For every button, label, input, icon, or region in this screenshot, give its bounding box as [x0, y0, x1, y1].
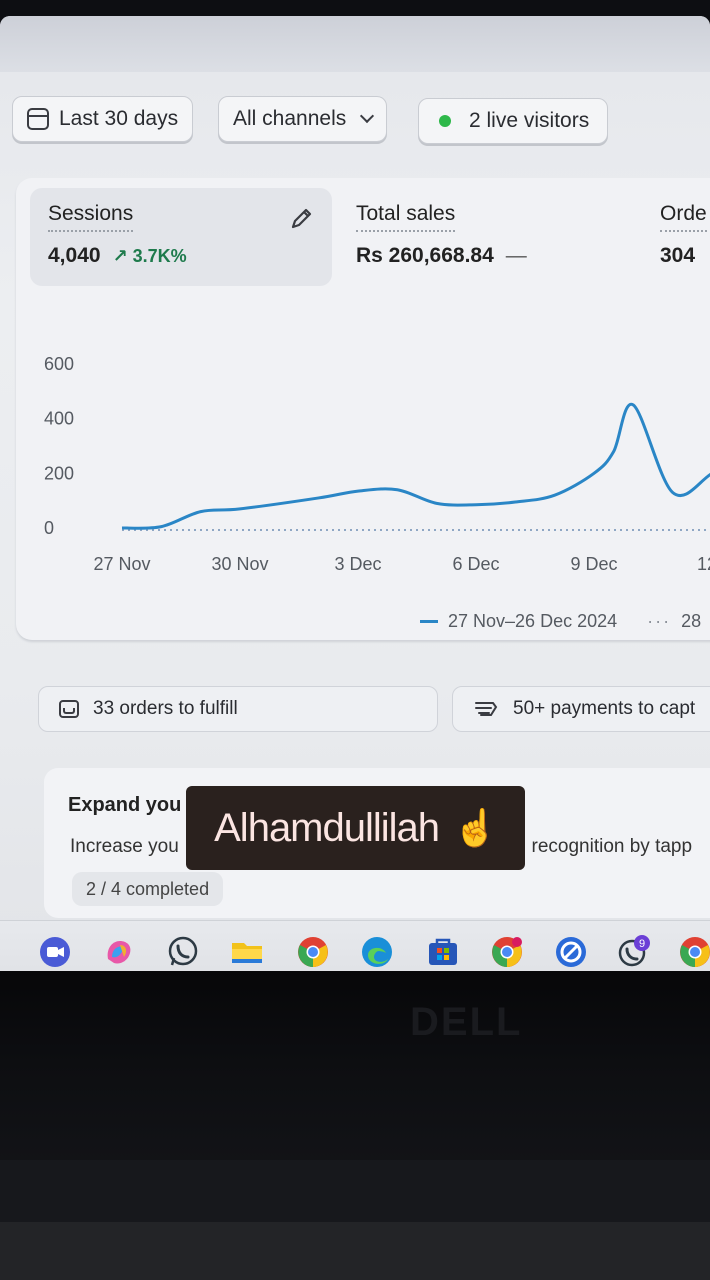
chrome-profile-icon[interactable] — [490, 935, 524, 969]
live-indicator-icon — [439, 115, 451, 127]
live-visitors-label: 2 live visitors — [469, 109, 590, 132]
calendar-icon — [27, 108, 49, 130]
y-axis-tick-label: 400 — [44, 409, 74, 429]
y-axis-tick-label: 0 — [44, 518, 54, 538]
browser-top-strip — [0, 16, 710, 72]
whatsapp-notify-icon[interactable]: 9 — [616, 935, 650, 969]
x-axis-tick-label: 3 Dec — [334, 554, 381, 574]
whatsapp-badge-count: 9 — [639, 938, 645, 950]
payment-icon — [475, 702, 498, 716]
whatsapp-icon[interactable] — [166, 935, 200, 969]
windows-taskbar: 9 — [0, 920, 710, 971]
payments-to-capture-label: 50+ payments to capt — [513, 698, 696, 719]
channels-label: All channels — [233, 107, 347, 130]
copilot-icon[interactable] — [102, 935, 136, 969]
edge-dev-icon[interactable] — [554, 935, 588, 969]
orders-to-fulfill-button[interactable]: 33 orders to fulfill — [38, 686, 438, 732]
setup-progress-badge: 2 / 4 completed — [72, 872, 224, 906]
y-axis-tick-label: 600 — [44, 354, 74, 374]
analytics-card: Sessions 4,040 ↗ 3.7K% Total sales Rs 26… — [16, 178, 710, 640]
legend-comparison-swatch: ··· — [647, 611, 672, 631]
x-axis-tick-label: 27 Nov — [93, 554, 150, 574]
channels-dropdown[interactable]: All channels — [218, 96, 388, 142]
sessions-series-line — [121, 402, 710, 530]
chrome-icon[interactable] — [296, 935, 330, 969]
dell-logo: DELL — [410, 1000, 523, 1044]
file-explorer-icon[interactable] — [230, 935, 264, 969]
inbox-tray-icon — [59, 700, 79, 718]
x-axis-tick-label: 9 Dec — [570, 554, 617, 574]
x-axis-tick-label: 30 Nov — [211, 554, 268, 574]
meet-camera-icon[interactable] — [38, 935, 72, 969]
laptop-bezel-lower — [0, 1160, 710, 1222]
legend-comparison-label: 28 — [681, 611, 702, 631]
payments-to-capture-button[interactable]: 50+ payments to capt — [452, 686, 710, 732]
chevron-down-icon — [360, 108, 375, 124]
pointing-up-emoji-icon: ☝️ — [453, 807, 498, 848]
story-bottom-bar — [0, 1222, 710, 1280]
orders-to-fulfill-label: 33 orders to fulfill — [93, 698, 238, 719]
setup-description: Increase you — [70, 836, 179, 857]
date-range-button[interactable]: Last 30 days — [12, 96, 194, 142]
date-range-label: Last 30 days — [59, 107, 179, 130]
legend-series-label: 27 Nov–26 Dec 2024 — [448, 611, 618, 631]
microsoft-store-icon[interactable] — [426, 935, 460, 969]
y-axis-tick-label: 200 — [44, 463, 74, 483]
sticker-text: Alhamdullilah — [214, 805, 440, 850]
sessions-line-chart: 600 400 200 0 27 Nov 30 Nov 3 Dec 6 Dec 9 Dec 12 … — [44, 354, 710, 574]
x-axis-tick-label: 12 I — [697, 554, 710, 574]
setup-title: Expand you — [68, 794, 182, 816]
legend-series-swatch — [420, 620, 438, 623]
live-visitors-button[interactable]: 2 live visitors — [418, 98, 609, 144]
edge-icon[interactable] — [360, 935, 394, 969]
x-axis-tick-label: 6 Dec — [452, 554, 499, 574]
setup-description-tail: l recognition by tapp — [522, 836, 693, 857]
chrome-extra-icon[interactable] — [678, 935, 710, 969]
chart-legend: 27 Nov–26 Dec 2024 ··· 28 — [420, 611, 701, 632]
story-text-sticker: Alhamdullilah ☝️ — [186, 786, 525, 870]
